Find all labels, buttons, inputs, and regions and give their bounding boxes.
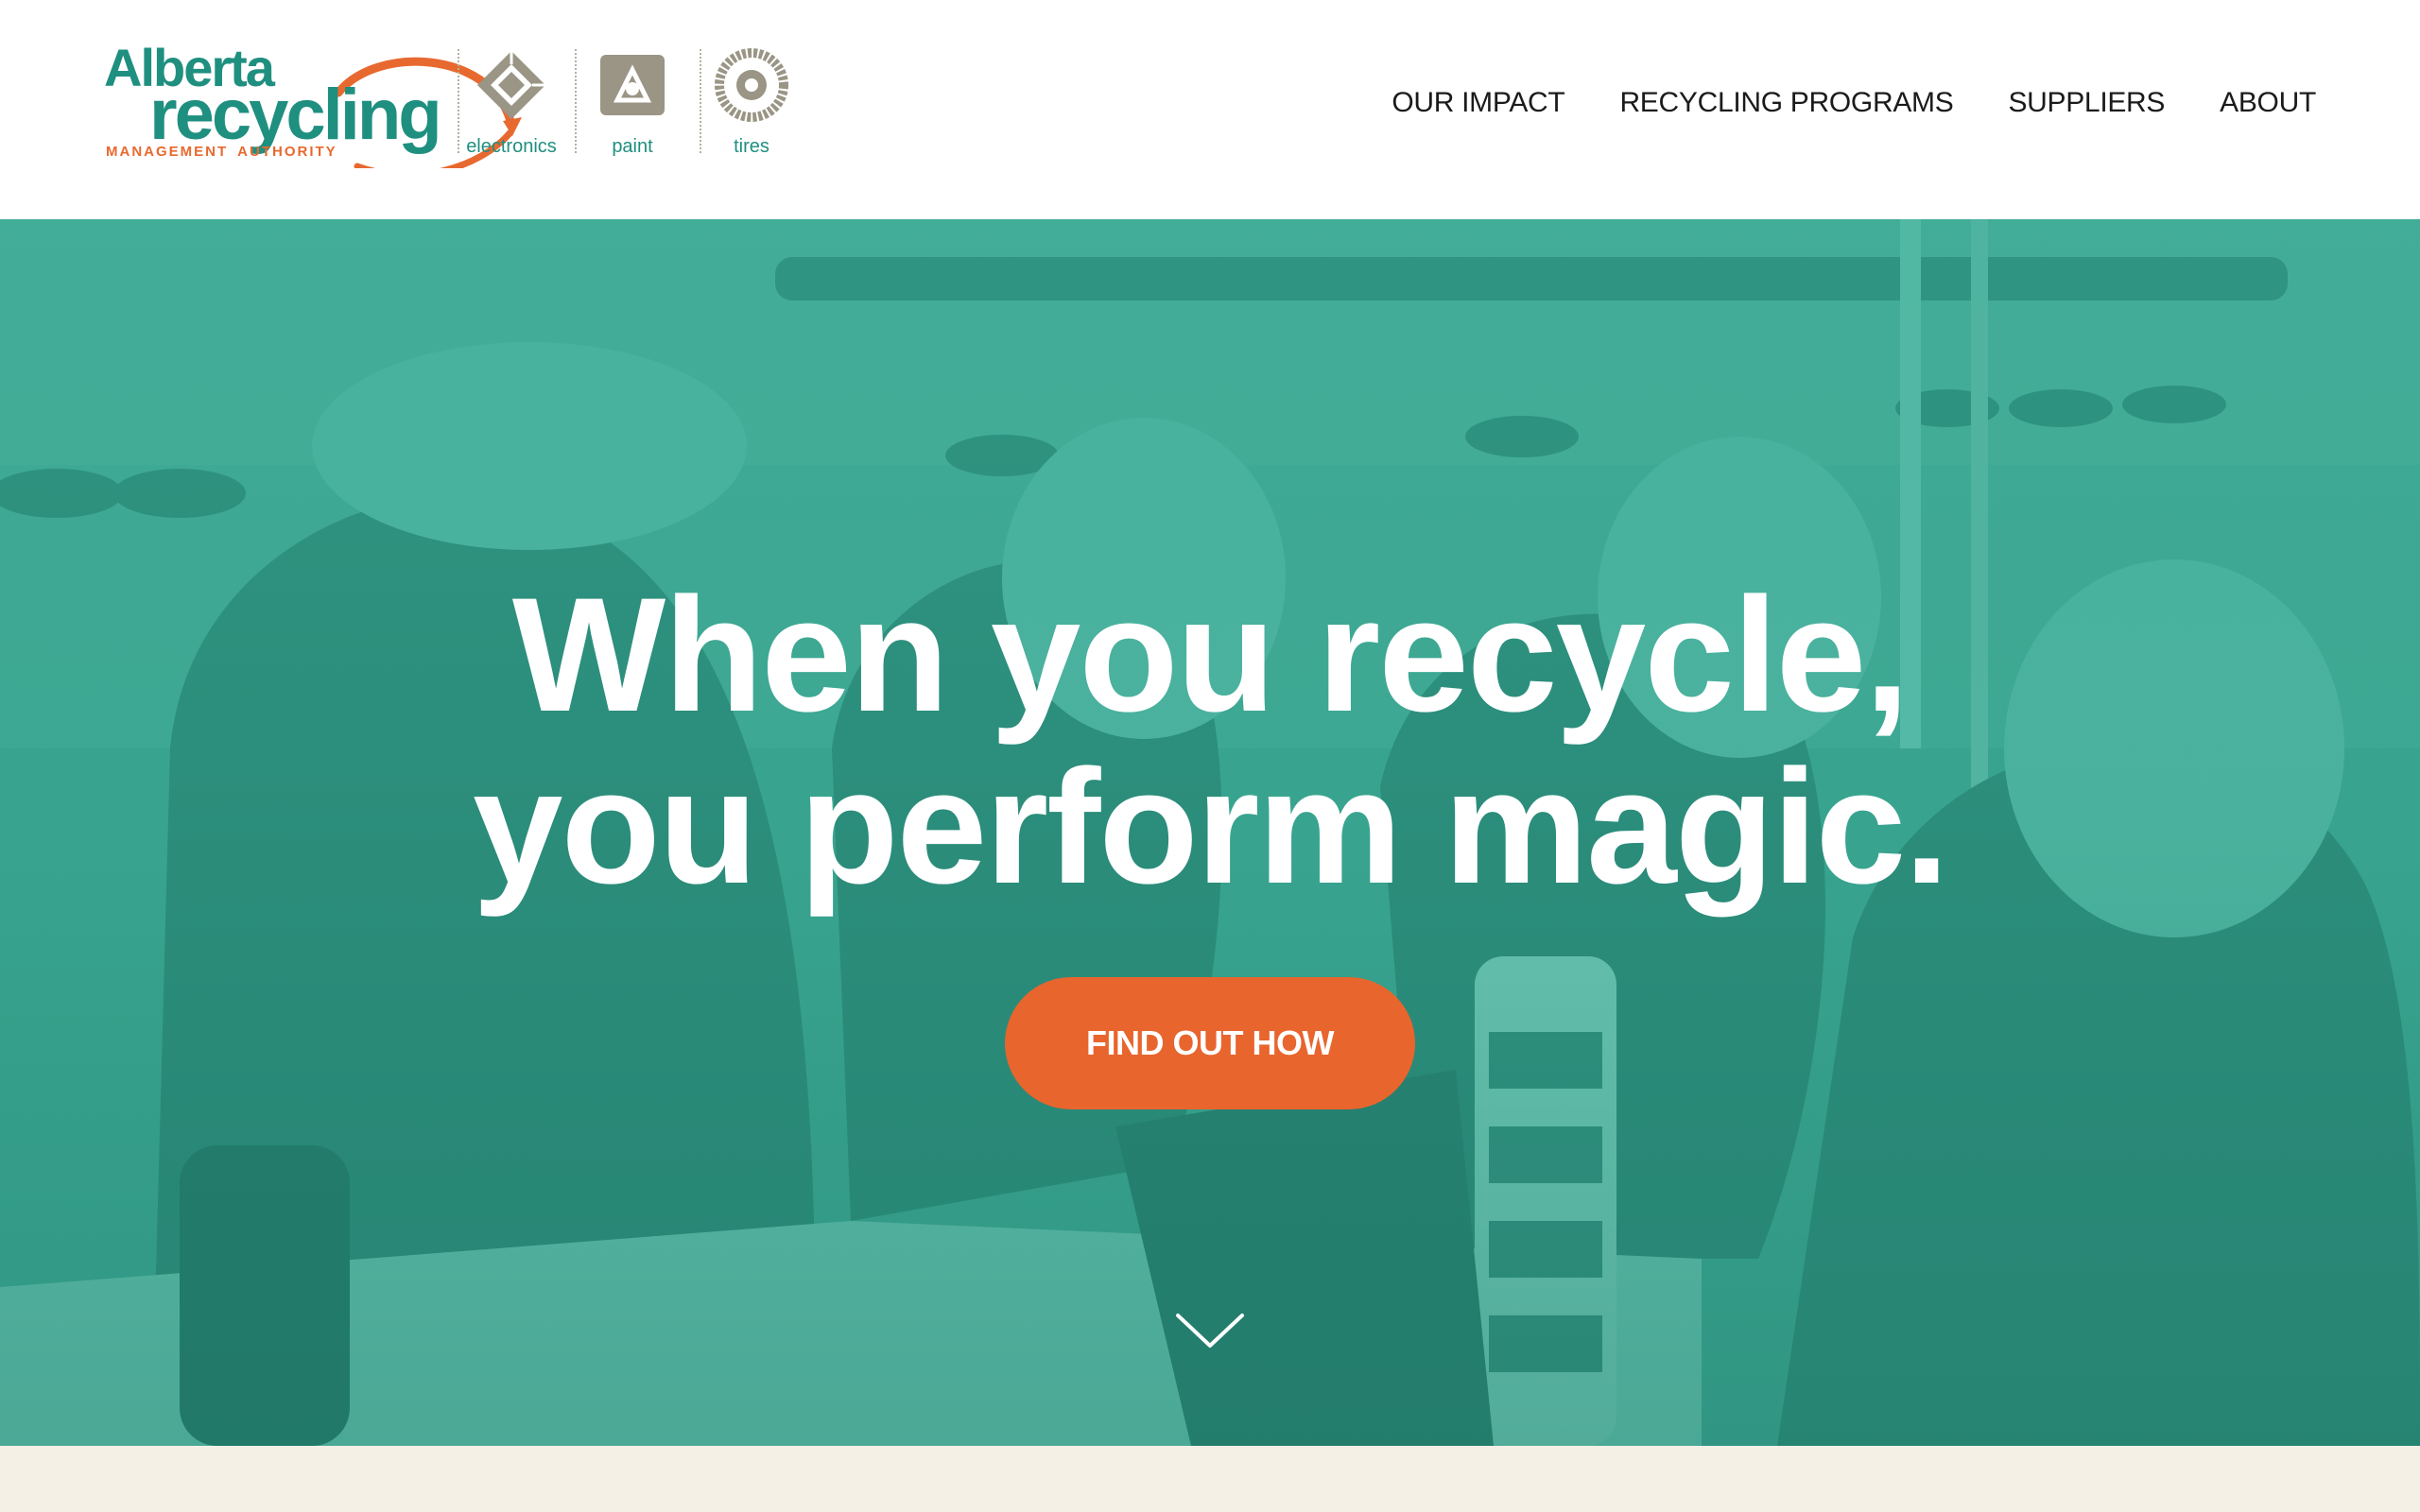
hero-headline-line-1: When you recycle, <box>511 564 1910 746</box>
tires-icon <box>715 48 788 122</box>
site-header: Alberta recycling MANAGEMENT AUTHORITY e… <box>0 0 2420 219</box>
next-section-strip <box>0 1446 2420 1512</box>
nav-recycling-programs[interactable]: RECYCLING PROGRAMS <box>1619 87 1953 119</box>
logo-tagline-management: MANAGEMENT <box>106 144 229 160</box>
program-label-electronics: electronics <box>466 136 557 157</box>
logo-tagline-authority: AUTHORITY <box>237 144 337 160</box>
logo-divider <box>575 49 577 153</box>
paint-icon <box>600 55 665 115</box>
nav-our-impact[interactable]: OUR IMPACT <box>1392 87 1564 119</box>
logo-tagline: MANAGEMENT AUTHORITY <box>106 144 337 160</box>
chevron-down-icon[interactable] <box>1172 1306 1248 1353</box>
program-electronics[interactable]: electronics <box>459 47 563 170</box>
hero-headline: When you recycle, you perform magic. <box>0 569 2420 913</box>
alberta-recycling-logo[interactable]: Alberta recycling MANAGEMENT AUTHORITY e… <box>102 38 802 180</box>
find-out-how-button[interactable]: FIND OUT HOW <box>1005 977 1415 1109</box>
nav-suppliers[interactable]: SUPPLIERS <box>2008 87 2165 119</box>
main-nav: OUR IMPACT RECYCLING PROGRAMS SUPPLIERS … <box>1392 87 2316 119</box>
program-tires[interactable]: tires <box>700 47 804 170</box>
nav-about[interactable]: ABOUT <box>2220 87 2316 119</box>
program-label-paint: paint <box>612 136 653 157</box>
hero-headline-line-2: you perform magic. <box>472 736 1949 918</box>
program-paint[interactable]: paint <box>580 47 684 170</box>
logo-text-recycling: recycling <box>149 75 442 155</box>
electronics-icon <box>477 51 545 119</box>
program-label-tires: tires <box>734 136 769 157</box>
hero-section: When you recycle, you perform magic. FIN… <box>0 219 2420 1446</box>
logo-wordmark[interactable]: Alberta recycling MANAGEMENT AUTHORITY <box>102 38 522 170</box>
